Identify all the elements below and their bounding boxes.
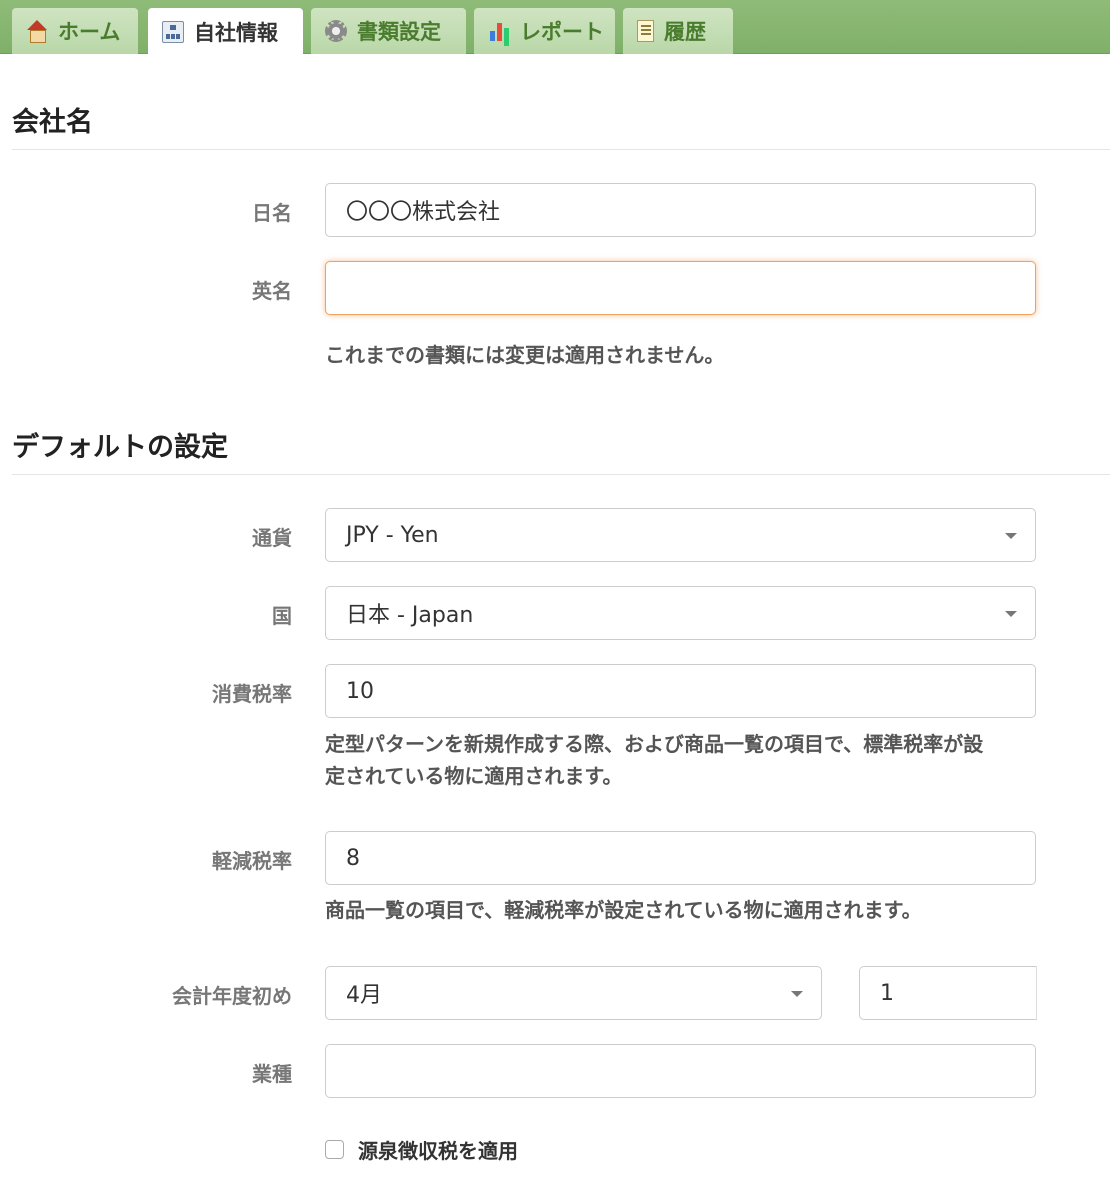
english-name-label: 英名 [252,279,292,303]
currency-label: 通貨 [252,526,292,550]
japanese-name-input[interactable]: 〇〇〇株式会社 [325,183,1036,237]
tab-company-info[interactable]: 自社情報 [148,8,303,55]
withholding-tax-checkbox[interactable] [325,1140,344,1159]
tab-history[interactable]: 履歴 [623,8,733,54]
tab-document-settings[interactable]: 書類設定 [311,8,466,54]
tab-home-label: ホーム [58,20,121,44]
document-icon [637,20,654,42]
industry-label: 業種 [252,1062,292,1086]
defaults-heading: デフォルトの設定 [12,432,228,463]
tax-rate-help-line: 定型パターンを新規作成する際、および商品一覧の項目で、標準税率が設 [325,732,984,756]
tax-rate-help-line: 定されている物に適用されます。 [325,764,623,788]
fiscal-year-start-label: 会計年度初め [172,984,292,1008]
currency-value: JPY - Yen [346,522,439,548]
bar-chart-icon [488,20,510,42]
company-name-help: これまでの書類には変更は適用されません。 [325,343,725,367]
tax-rate-help: 定型パターンを新規作成する際、および商品一覧の項目で、標準税率が設 定されている… [325,728,1045,792]
organization-icon [162,20,184,43]
withholding-tax-label[interactable]: 源泉徴収税を適用 [358,1135,518,1164]
chevron-down-icon [791,991,803,997]
tab-report-label: レポート [520,20,604,44]
tab-home[interactable]: ホーム [12,8,138,54]
tax-rate-input[interactable]: 10 [325,664,1036,718]
country-label: 国 [272,604,292,628]
country-select[interactable]: 日本 - Japan [325,586,1036,640]
reduced-tax-rate-input[interactable]: 8 [325,831,1036,885]
section-divider [12,474,1110,475]
withholding-tax-option[interactable]: 源泉徴収税を適用 [325,1135,518,1164]
country-value: 日本 - Japan [346,603,474,628]
japanese-name-label: 日名 [252,201,292,225]
company-name-heading: 会社名 [12,107,93,138]
tab-report[interactable]: レポート [474,8,615,54]
chevron-down-icon [1005,533,1017,539]
chevron-down-icon [1005,611,1017,617]
currency-select[interactable]: JPY - Yen [325,508,1036,562]
fiscal-day-input[interactable]: 1 [859,966,1037,1020]
home-icon [26,20,48,43]
tax-rate-label: 消費税率 [212,682,292,706]
section-divider [12,149,1110,150]
tab-company-info-label: 自社情報 [194,20,278,45]
fiscal-month-value: 4月 [346,983,382,1008]
tab-bar: ホーム 自社情報 書類設定 レポート 履歴 [0,0,1110,55]
fiscal-month-select[interactable]: 4月 [325,966,822,1020]
english-name-input[interactable] [325,261,1036,315]
reduced-tax-rate-label: 軽減税率 [212,849,292,873]
reduced-tax-rate-help: 商品一覧の項目で、軽減税率が設定されている物に適用されます。 [325,898,922,922]
industry-input[interactable] [325,1044,1036,1098]
tab-document-settings-label: 書類設定 [357,20,441,44]
gear-icon [325,20,347,42]
tab-history-label: 履歴 [664,20,706,44]
